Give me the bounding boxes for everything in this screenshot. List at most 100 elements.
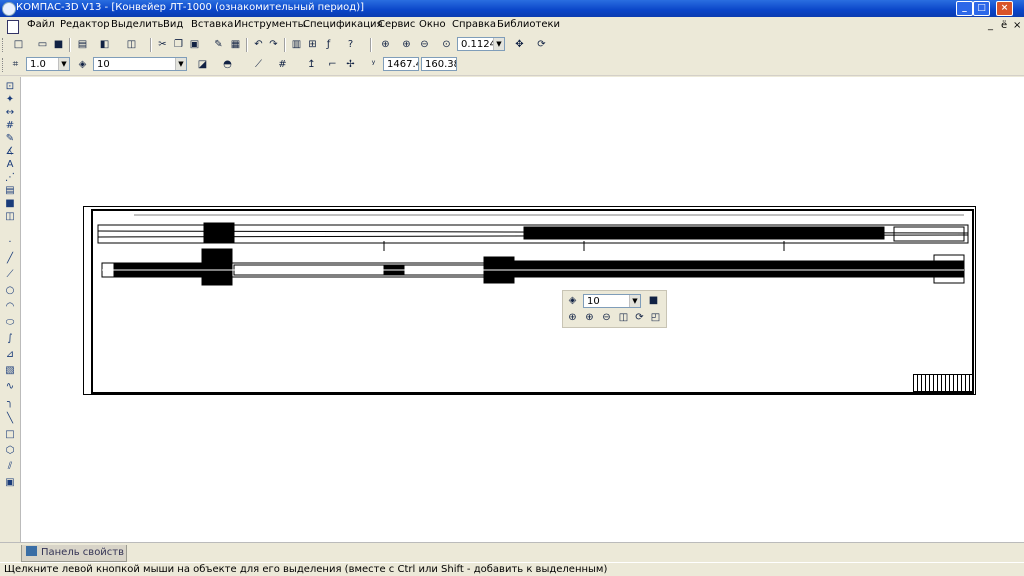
new-document-icon[interactable]: □: [12, 38, 25, 51]
hatch-icon[interactable]: ▧: [4, 365, 16, 377]
minimize-button[interactable]: _: [956, 1, 973, 16]
spline-icon[interactable]: ∫: [4, 333, 16, 345]
refresh-icon[interactable]: ⟳: [535, 38, 548, 51]
zoom-scale-icon[interactable]: ⊙: [440, 38, 453, 51]
menu-service[interactable]: Сервис: [378, 19, 415, 30]
layer-icon[interactable]: ◈: [76, 58, 89, 71]
chevron-down-icon[interactable]: ▼: [58, 58, 69, 70]
variables-icon[interactable]: ⊞: [306, 38, 319, 51]
geometry-icon[interactable]: ✦: [4, 94, 16, 106]
mdi-close-button[interactable]: ×: [1013, 20, 1021, 31]
menu-libraries[interactable]: Библиотеки: [497, 19, 560, 30]
layer-combo[interactable]: 10 ▼: [93, 57, 187, 71]
save-icon[interactable]: ■: [647, 294, 660, 307]
rectangle-icon[interactable]: □: [4, 429, 16, 441]
open-icon[interactable]: ▭: [36, 38, 49, 51]
insert-icon[interactable]: ◫: [125, 38, 138, 51]
preview-icon[interactable]: ◧: [98, 38, 111, 51]
zoom-out-icon[interactable]: ⊖: [418, 38, 431, 51]
measure-icon[interactable]: A: [4, 159, 16, 171]
point-icon[interactable]: ·: [4, 237, 16, 249]
show-all-icon[interactable]: ◫: [617, 311, 630, 324]
manager-icon[interactable]: ▥: [290, 38, 303, 51]
cursor-snap-icon[interactable]: ✢: [344, 58, 357, 71]
zoom-in-icon[interactable]: ⊕: [400, 38, 413, 51]
restore-button[interactable]: □: [973, 1, 990, 16]
menu-editor[interactable]: Редактор: [60, 19, 110, 30]
edit-icon[interactable]: ✎: [4, 133, 16, 145]
menu-help[interactable]: Справка: [452, 19, 496, 30]
mdi-minimize-button[interactable]: _: [988, 20, 993, 31]
print-icon[interactable]: ▤: [76, 38, 89, 51]
grid-icon[interactable]: #: [276, 58, 289, 71]
save-icon[interactable]: ■: [52, 38, 65, 51]
select-icon[interactable]: ⊡: [4, 81, 16, 93]
library-icon[interactable]: ▦: [229, 38, 242, 51]
redo-icon[interactable]: ↷: [267, 38, 280, 51]
menu-window[interactable]: Окно: [419, 19, 446, 30]
ellipse-icon[interactable]: ⬭: [4, 317, 16, 329]
zoom-window-icon[interactable]: ⊕: [379, 38, 392, 51]
copy-icon[interactable]: ❐: [172, 38, 185, 51]
menu-select[interactable]: Выделить: [111, 19, 163, 30]
undo-icon[interactable]: ↶: [252, 38, 265, 51]
coord-y-field[interactable]: 160.38: [421, 57, 457, 71]
chamfer-icon[interactable]: ⊿: [4, 349, 16, 361]
floating-layer-combo[interactable]: 10 ▼: [583, 294, 641, 308]
menu-tools[interactable]: Инструменты: [234, 19, 306, 30]
polygon-icon[interactable]: ⬡: [4, 445, 16, 457]
notation-icon[interactable]: #: [4, 120, 16, 132]
fillet-icon[interactable]: ╮: [4, 397, 16, 409]
paste-icon[interactable]: ▣: [188, 38, 201, 51]
menu-insert[interactable]: Вставка: [191, 19, 233, 30]
zoom-in-icon[interactable]: ⊕: [583, 311, 596, 324]
document-icon[interactable]: [7, 20, 19, 34]
polyline-icon[interactable]: ⟋: [4, 269, 16, 281]
close-button[interactable]: ×: [996, 1, 1013, 16]
coord-x-field[interactable]: 1467.4: [383, 57, 419, 71]
function-icon[interactable]: ƒ: [322, 38, 335, 51]
copy-geometry-icon[interactable]: ▣: [4, 477, 16, 489]
arc-icon[interactable]: ◠: [4, 301, 16, 313]
ortho-icon[interactable]: ↥: [305, 58, 318, 71]
chevron-down-icon[interactable]: ▼: [175, 58, 186, 70]
zoom-window-icon[interactable]: ⊕: [566, 311, 579, 324]
zoom-combo[interactable]: 0.1124 ▼: [457, 37, 505, 51]
equidistant-icon[interactable]: ⫽: [4, 461, 16, 473]
scale-icon[interactable]: ⌗: [9, 58, 22, 71]
properties-icon[interactable]: ✎: [212, 38, 225, 51]
insert-view-icon[interactable]: ◫: [4, 211, 16, 223]
menu-view[interactable]: Вид: [163, 19, 183, 30]
circle-icon[interactable]: ○: [4, 285, 16, 297]
parametrize-icon[interactable]: ∡: [4, 146, 16, 158]
select-filter-icon[interactable]: ⋰: [4, 172, 16, 184]
drawing-canvas[interactable]: ◈ 10 ▼ ■ ⊕ ⊕ ⊖ ◫ ⟳ ◰: [21, 77, 1024, 542]
zoom-fit-icon[interactable]: ◰: [649, 311, 662, 324]
menu-specification[interactable]: Спецификация: [303, 19, 383, 30]
contour-icon[interactable]: ╲: [4, 413, 16, 425]
snap-icon[interactable]: ◓: [221, 58, 234, 71]
round-icon[interactable]: ⌐: [326, 58, 339, 71]
layer-icon[interactable]: ◈: [566, 294, 579, 307]
menu-file[interactable]: Файл: [27, 19, 55, 30]
chevron-down-icon[interactable]: ▼: [493, 38, 504, 50]
properties-panel-tab[interactable]: Панель свойств: [21, 545, 127, 562]
toolbar-grip[interactable]: [2, 38, 6, 52]
help-pointer-icon[interactable]: ?: [344, 38, 357, 51]
bezier-icon[interactable]: ∿: [4, 381, 16, 393]
refresh-icon[interactable]: ⟳: [633, 311, 646, 324]
scale-combo[interactable]: 1.0 ▼: [26, 57, 70, 71]
toolbar-grip[interactable]: [2, 58, 6, 72]
chevron-down-icon[interactable]: ▼: [629, 295, 640, 307]
drawing-sheet[interactable]: [83, 206, 976, 395]
style-icon[interactable]: ◪: [196, 58, 209, 71]
spec-icon[interactable]: ▤: [4, 185, 16, 197]
mdi-restore-button[interactable]: ё: [1001, 20, 1007, 31]
zoom-out-icon[interactable]: ⊖: [600, 311, 613, 324]
pan-icon[interactable]: ✥: [513, 38, 526, 51]
local-cs-icon[interactable]: ⟋: [252, 58, 265, 71]
cut-icon[interactable]: ✂: [156, 38, 169, 51]
report-icon[interactable]: ■: [4, 198, 16, 210]
segment-icon[interactable]: ╱: [4, 253, 16, 265]
dimensions-icon[interactable]: ↔: [4, 107, 16, 119]
